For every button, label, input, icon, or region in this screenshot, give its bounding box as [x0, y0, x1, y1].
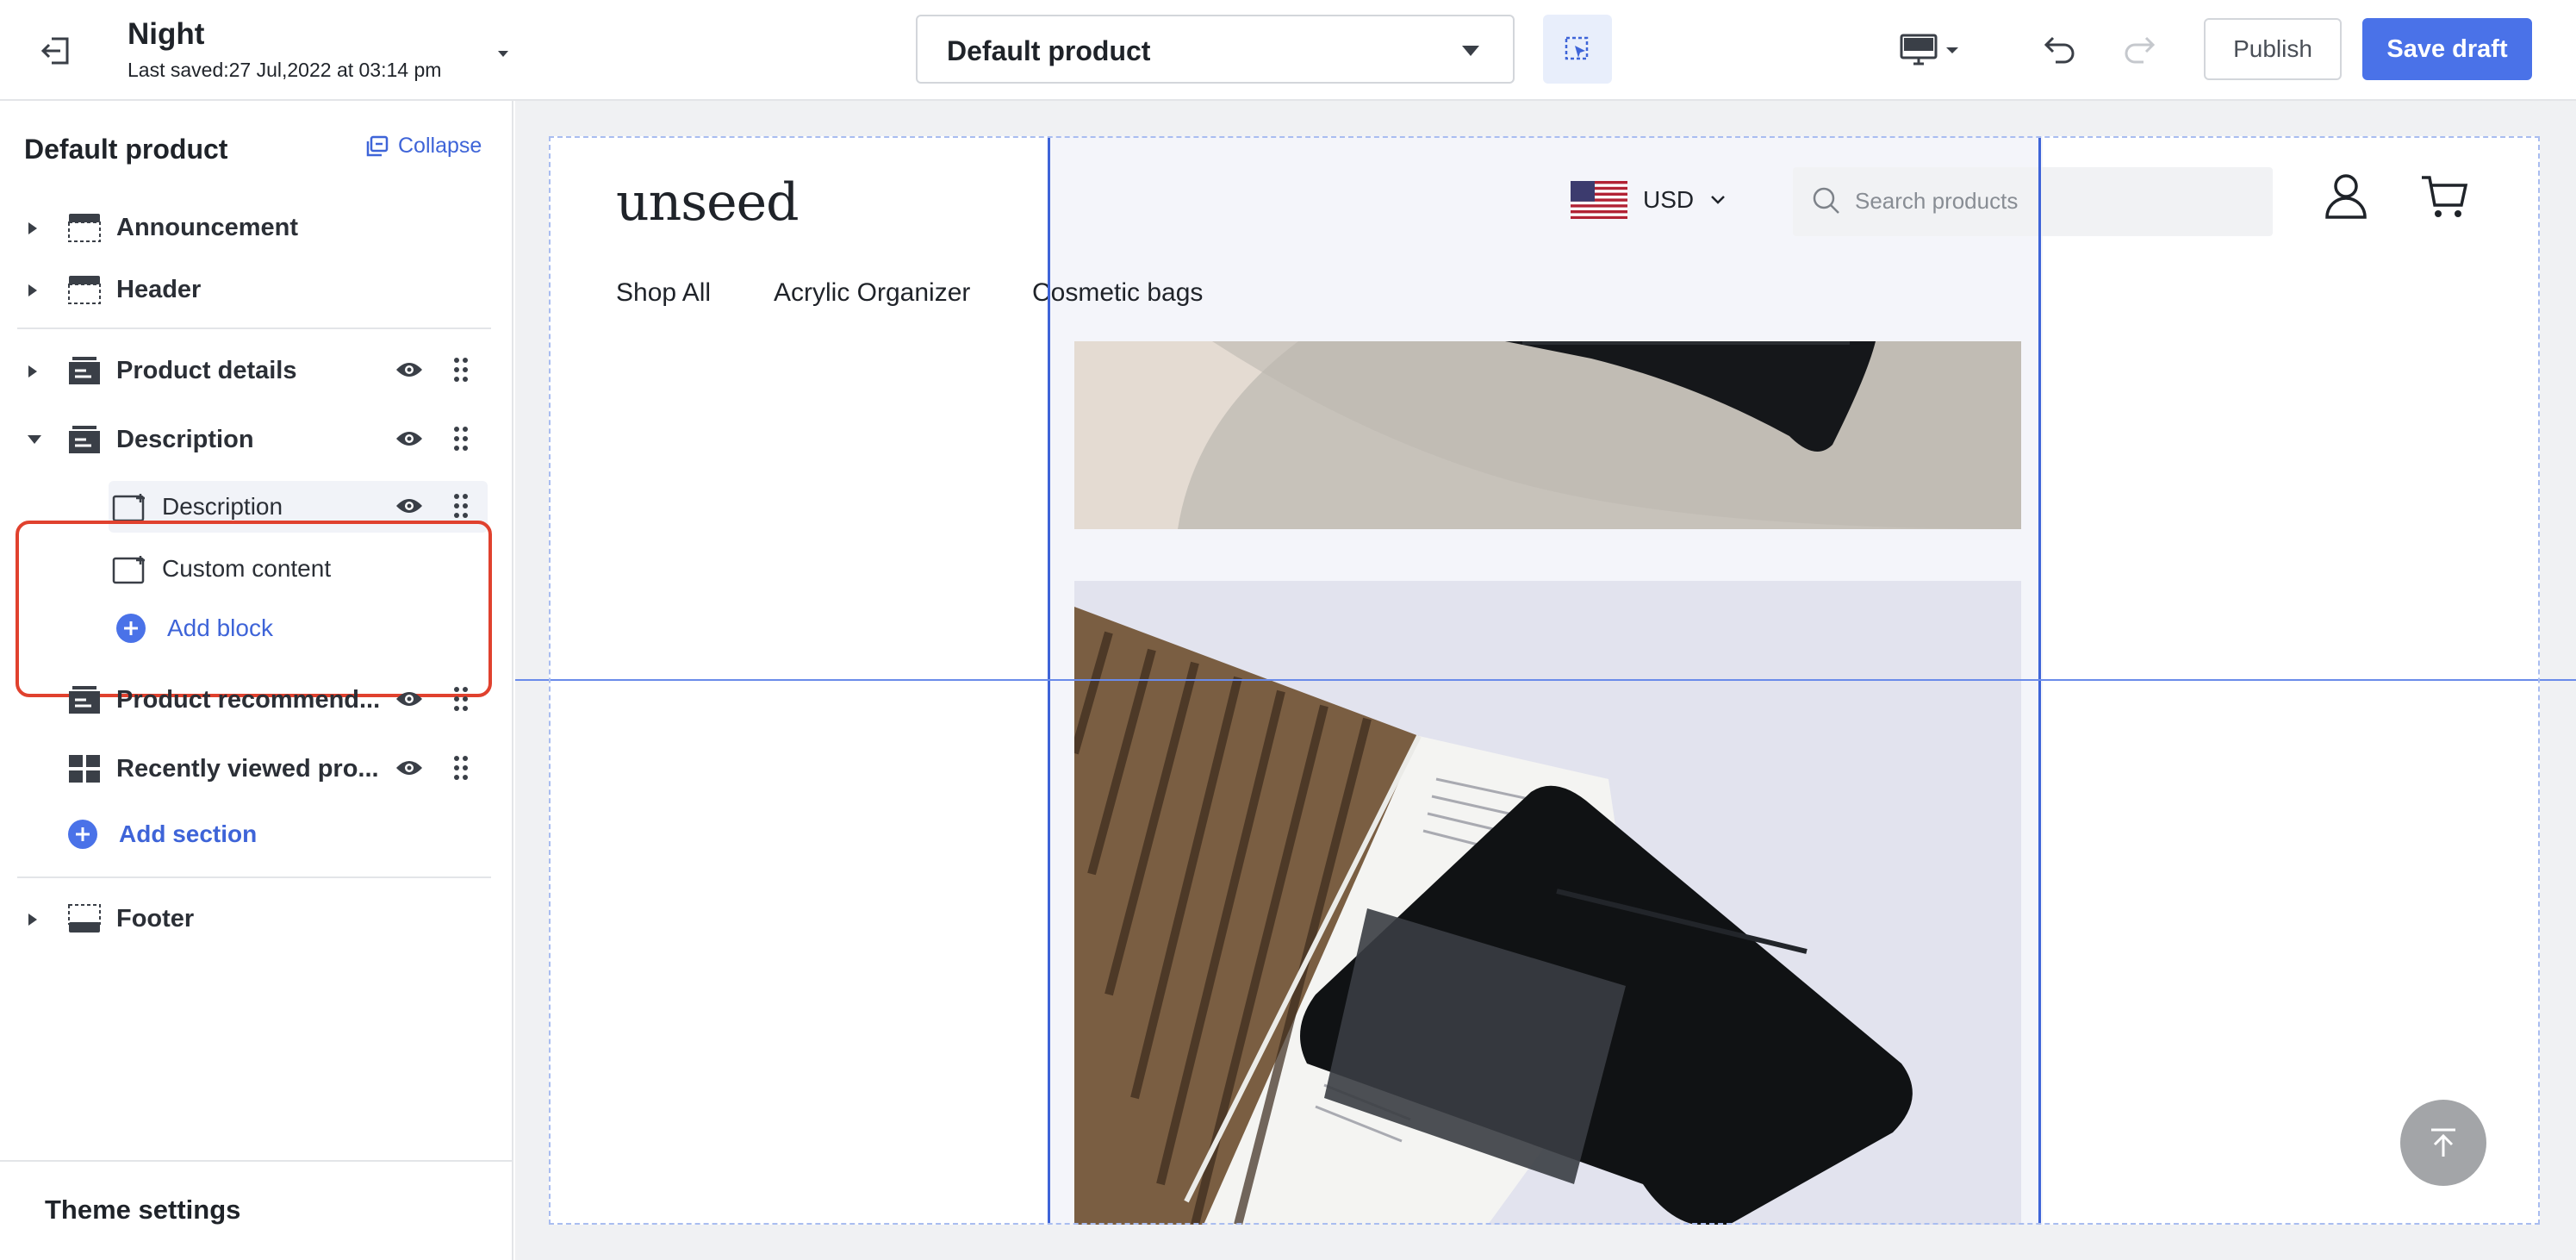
device-preview-button[interactable]: [1899, 26, 1976, 74]
theme-settings-label: Theme settings: [45, 1195, 241, 1225]
drag-handle-icon[interactable]: [453, 755, 469, 781]
publish-button[interactable]: Publish: [2204, 18, 2342, 80]
back-to-top-button[interactable]: [2400, 1100, 2486, 1186]
preview-canvas: unseed USD Search products Shop All Acry…: [515, 101, 2576, 1260]
add-block-button[interactable]: Add block: [115, 613, 273, 644]
chevron-down-icon: [1711, 196, 1726, 204]
search-placeholder: Search products: [1855, 188, 2019, 214]
announcement-section-icon: [68, 214, 101, 242]
header-section-icon: [68, 276, 101, 304]
sidebar-title: Default product: [24, 134, 228, 165]
caret-right-icon: [28, 222, 37, 234]
us-flag-icon: [1571, 181, 1627, 219]
section-label: Product details: [116, 357, 297, 384]
product-search-input[interactable]: Search products: [1793, 167, 2273, 236]
add-section-button[interactable]: Add section: [67, 819, 257, 850]
divider: [17, 327, 491, 329]
block-icon: [112, 494, 145, 522]
store-logo[interactable]: unseed: [616, 172, 799, 233]
sections-sidebar: Default product Collapse Announcement He…: [0, 101, 513, 1260]
visibility-eye-icon[interactable]: [395, 495, 424, 517]
exit-icon: [40, 37, 69, 65]
section-label: Description: [116, 426, 254, 453]
section-header[interactable]: Header: [17, 262, 491, 317]
block-icon: [112, 556, 145, 584]
block-custom-content[interactable]: Custom content: [109, 543, 488, 595]
section-footer[interactable]: Footer: [17, 891, 491, 946]
section-label: Recently viewed pro...: [116, 755, 379, 783]
drag-handle-icon[interactable]: [453, 493, 469, 519]
chevron-down-icon: [1946, 47, 1958, 53]
search-icon: [1813, 187, 1839, 214]
nav-shop-all[interactable]: Shop All: [616, 278, 711, 308]
section-description[interactable]: Description: [17, 412, 491, 467]
section-announcement[interactable]: Announcement: [17, 200, 491, 255]
section-product-details[interactable]: Product details: [17, 343, 491, 398]
visibility-eye-icon[interactable]: [395, 427, 424, 450]
caret-down-icon: [28, 435, 41, 444]
divider: [17, 876, 491, 878]
editor-toolbar: Night Last saved:27 Jul,2022 at 03:14 pm…: [0, 0, 2576, 101]
redo-icon[interactable]: [2119, 28, 2162, 71]
arrow-up-icon: [2431, 1128, 2455, 1157]
block-label: Description: [162, 493, 283, 520]
section-icon: [69, 686, 100, 714]
drag-handle-icon[interactable]: [453, 426, 469, 452]
product-image-1[interactable]: [1074, 341, 2021, 529]
collapse-button[interactable]: Collapse: [364, 134, 482, 159]
drag-handle-icon[interactable]: [453, 357, 469, 383]
visibility-eye-icon[interactable]: [395, 688, 424, 710]
page-template-select[interactable]: Default product: [916, 15, 1515, 84]
select-element-button[interactable]: [1543, 15, 1612, 84]
section-product-recommendations[interactable]: Product recommend...: [17, 672, 491, 727]
grid-section-icon: [69, 755, 100, 783]
visibility-eye-icon[interactable]: [395, 757, 424, 779]
section-label: Header: [116, 276, 202, 303]
theme-name: Night: [128, 17, 205, 51]
block-description[interactable]: Description: [109, 481, 488, 533]
save-draft-button[interactable]: Save draft: [2362, 18, 2532, 80]
desktop-icon: [1900, 34, 1938, 65]
chevron-down-icon: [1462, 46, 1479, 56]
add-block-label: Add block: [167, 614, 273, 641]
exit-editor-button[interactable]: [33, 29, 81, 72]
section-label: Announcement: [116, 214, 299, 241]
caret-right-icon: [28, 914, 37, 926]
add-section-label: Add section: [119, 820, 258, 847]
product-image-2[interactable]: [1074, 581, 2021, 1225]
store-preview[interactable]: unseed USD Search products Shop All Acry…: [549, 136, 2540, 1225]
footer-section-icon: [68, 904, 101, 933]
visibility-eye-icon[interactable]: [395, 359, 424, 381]
page-template-value: Default product: [947, 35, 1151, 66]
theme-menu-caret-icon[interactable]: [493, 45, 513, 62]
section-label: Footer: [116, 905, 195, 933]
section-recently-viewed[interactable]: Recently viewed pro...: [17, 741, 491, 796]
section-icon: [69, 357, 100, 384]
currency-code: USD: [1643, 186, 1695, 213]
plus-circle-icon: [68, 820, 97, 849]
block-label: Custom content: [162, 555, 332, 582]
cart-icon[interactable]: [2420, 174, 2468, 221]
last-saved-text: Last saved:27 Jul,2022 at 03:14 pm: [128, 59, 442, 81]
section-label: Product recommend...: [116, 686, 381, 714]
caret-right-icon: [28, 284, 37, 296]
drag-handle-icon[interactable]: [453, 686, 469, 712]
inspect-icon: [1565, 36, 1589, 60]
section-icon: [69, 426, 100, 453]
account-icon[interactable]: [2324, 172, 2368, 221]
plus-circle-icon: [116, 614, 146, 643]
collapse-label: Collapse: [398, 134, 482, 158]
nav-cosmetic-bags[interactable]: Cosmetic bags: [1032, 278, 1203, 308]
undo-icon[interactable]: [2037, 28, 2080, 71]
currency-selector[interactable]: USD: [1571, 181, 1727, 219]
theme-settings-bar[interactable]: Theme settings: [0, 1160, 512, 1260]
caret-right-icon: [28, 365, 37, 377]
collapse-icon: [366, 135, 389, 156]
nav-acrylic-organizer[interactable]: Acrylic Organizer: [774, 278, 970, 308]
